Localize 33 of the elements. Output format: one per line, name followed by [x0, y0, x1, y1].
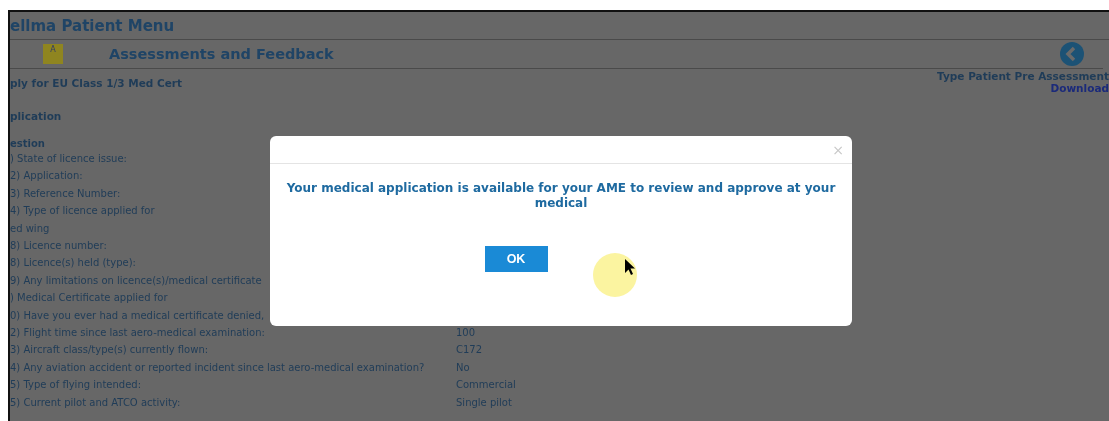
- download-link[interactable]: Download: [1050, 82, 1109, 94]
- page-title: ellma Patient Menu: [10, 17, 175, 35]
- question-text: ) Medical Certificate applied for: [10, 291, 168, 306]
- form-subtitle: plication: [10, 110, 63, 122]
- question-text: ed wing: [10, 221, 50, 236]
- answer-text: 100: [456, 326, 476, 341]
- section-icon: A: [43, 44, 63, 64]
- answer-text: Single pilot: [456, 395, 512, 410]
- ok-button[interactable]: OK: [484, 246, 548, 272]
- cursor-icon: [624, 258, 636, 276]
- type-label: Type Patient Pre Assessment: [937, 70, 1109, 82]
- back-icon[interactable]: [1060, 42, 1084, 66]
- section-title: Assessments and Feedback: [109, 46, 334, 62]
- question-text: 4) Type of licence applied for: [10, 204, 155, 219]
- question-text: 5) Current pilot and ATCO activity:: [10, 395, 181, 410]
- question-text: 8) Licence(s) held (type):: [10, 256, 136, 271]
- question-text: 2) Flight time since last aero-medical examination:: [10, 326, 265, 341]
- question-text: 3) Reference Number:: [10, 186, 121, 201]
- answer-text: Commercial: [456, 378, 516, 393]
- question-text: ) State of licence issue:: [10, 152, 127, 166]
- answer-text: No: [456, 360, 470, 375]
- question-text: 5) Type of flying intended:: [10, 378, 141, 393]
- question-text: 0) Have you ever had a medical certificate denied,: [10, 308, 265, 323]
- column-heading: estion: [10, 138, 46, 150]
- question-text: 8) Licence number:: [10, 239, 107, 254]
- question-text: 2) Application:: [10, 169, 83, 184]
- question-text: 3) Aircraft class/type(s) currently flown:: [10, 343, 209, 358]
- question-text: 9) Any limitations on licence(s)/medical certificate: [10, 273, 262, 288]
- close-button[interactable]: ×: [830, 142, 846, 157]
- answer-text: C172: [456, 343, 483, 358]
- dialog-message: Your medical application is available for your AME to review and approve at your medical: [285, 180, 837, 211]
- question-text: 4) Any aviation accident or reported incident since last aero-medical examination?: [10, 360, 425, 375]
- form-title: ply for EU Class 1/3 Med Cert: [10, 77, 182, 89]
